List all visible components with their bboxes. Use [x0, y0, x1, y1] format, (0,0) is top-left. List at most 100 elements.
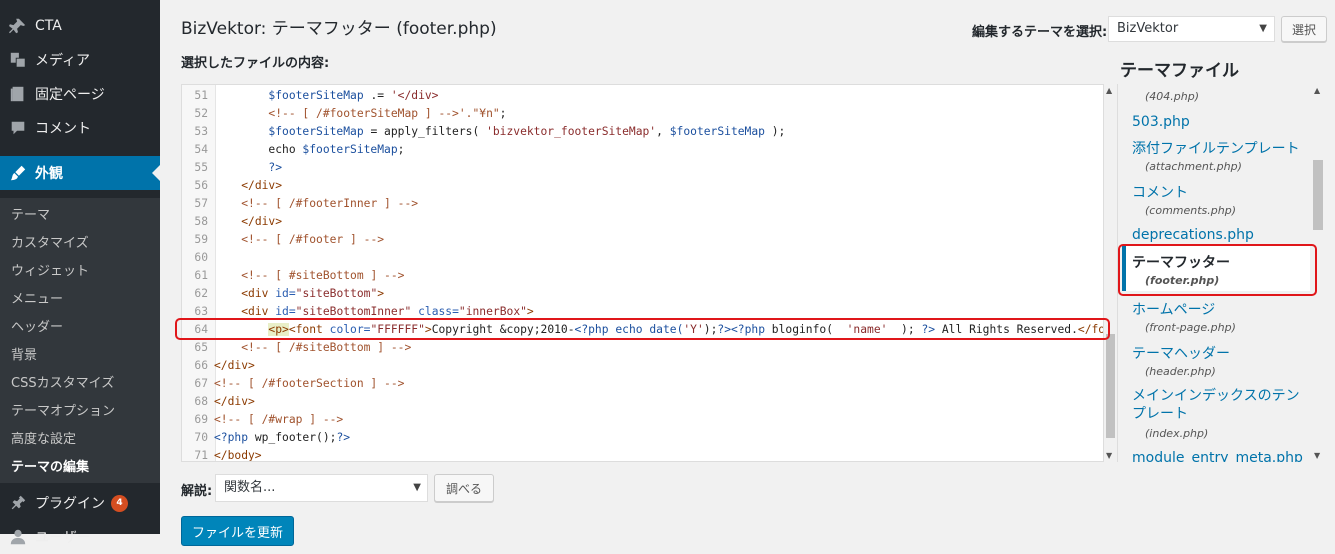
scroll-up-icon[interactable]: ▲	[1314, 86, 1320, 95]
code-text: </div>	[214, 359, 255, 372]
editor-scrollbar[interactable]: ▲ ▼	[1103, 84, 1117, 462]
menu-item-pages[interactable]: 固定ページ	[0, 77, 160, 111]
line-number: 65	[194, 341, 208, 354]
code-line[interactable]: 66 </div>	[182, 357, 1102, 375]
line-number: 54	[194, 143, 208, 156]
code-line[interactable]: 51 $footerSiteMap .= '</div>	[182, 87, 1102, 105]
code-line[interactable]: 68 </div>	[182, 393, 1102, 411]
menu-item-label: 外観	[35, 166, 63, 182]
line-number: 69	[194, 413, 208, 426]
code-text: <div id="siteBottomInner" class="innerBo…	[241, 305, 534, 318]
submenu-item-widgets[interactable]: ウィジェット	[11, 260, 89, 279]
line-number: 53	[194, 125, 208, 138]
code-line[interactable]: 54 echo $footerSiteMap;	[182, 141, 1102, 159]
submenu-item-theme-options[interactable]: テーマオプション	[11, 400, 115, 419]
line-number: 61	[194, 269, 208, 282]
code-line[interactable]: 61 <!-- [ #siteBottom ] -->	[182, 267, 1102, 285]
code-line[interactable]: 69 <!-- [ /#wrap ] -->	[182, 411, 1102, 429]
line-number: 62	[194, 287, 208, 300]
submenu-item-menus[interactable]: メニュー	[11, 288, 63, 307]
file-item-sub: (attachment.php)	[1145, 160, 1242, 173]
file-item[interactable]: 503.php	[1132, 114, 1190, 130]
code-line[interactable]: 53 $footerSiteMap = apply_filters( 'bizv…	[182, 123, 1102, 141]
update-file-button[interactable]: ファイルを更新	[181, 516, 294, 546]
plugin-update-badge: 4	[111, 494, 128, 512]
code-line[interactable]: 58 </div>	[182, 213, 1102, 231]
line-number: 56	[194, 179, 208, 192]
code-line[interactable]: 65 <!-- [ /#siteBottom ] -->	[182, 339, 1102, 357]
content-label: 選択したファイルの内容:	[181, 56, 330, 71]
menu-item-users[interactable]: ユーザー	[0, 520, 160, 554]
line-number: 71	[194, 449, 208, 462]
submenu-item-background[interactable]: 背景	[11, 344, 37, 363]
highlight-box-line-64	[175, 318, 1110, 340]
code-text: <!-- [ /#footerInner ] -->	[241, 197, 419, 210]
theme-select-value: BizVektor	[1117, 21, 1179, 36]
code-text: <!-- [ #siteBottom ] -->	[241, 269, 405, 282]
code-line[interactable]: 60	[182, 249, 1102, 267]
media-icon	[8, 50, 28, 70]
scroll-up-icon[interactable]: ▲	[1106, 86, 1112, 95]
lookup-button[interactable]: 調べる	[434, 474, 494, 502]
file-item-sub[interactable]: (404.php)	[1145, 90, 1199, 103]
submenu-item-advanced[interactable]: 高度な設定	[11, 428, 76, 447]
function-select[interactable]: 関数名... ▼	[215, 474, 428, 502]
code-line[interactable]: 56 </div>	[182, 177, 1102, 195]
theme-select[interactable]: BizVektor ▼	[1108, 16, 1275, 42]
code-text: <!-- [ /#siteBottom ] -->	[241, 341, 412, 354]
code-text: </div>	[241, 215, 283, 228]
code-text: </div>	[241, 179, 283, 192]
code-line[interactable]: 59 <!-- [ /#footer ] -->	[182, 231, 1102, 249]
code-text: echo $footerSiteMap;	[214, 143, 405, 156]
page-title: BizVektor: テーマフッター (footer.php)	[181, 19, 497, 39]
menu-item-media[interactable]: メディア	[0, 43, 160, 77]
menu-item-comments[interactable]: コメント	[0, 111, 160, 145]
line-number: 68	[194, 395, 208, 408]
admin-sidebar: CTA メディア 固定ページ コメント 外観 テーマ カスタマイズ ウィジェット…	[0, 0, 160, 546]
menu-item-label: コメント	[35, 121, 91, 137]
menu-item-label: プラグイン	[35, 496, 105, 512]
file-item[interactable]: deprecations.php	[1132, 227, 1254, 243]
file-item[interactable]: ホームページ	[1132, 299, 1215, 319]
editor-scroll-thumb[interactable]	[1106, 334, 1115, 438]
menu-item-plugins[interactable]: プラグイン 4	[0, 486, 160, 520]
code-text: <!-- [ /#footerSiteMap ] -->'."¥n";	[268, 107, 507, 120]
file-item[interactable]: コメント	[1132, 182, 1188, 202]
menu-item-cta[interactable]: CTA	[0, 9, 160, 43]
files-scroll-thumb[interactable]	[1313, 160, 1323, 230]
submenu-item-themes[interactable]: テーマ	[11, 204, 50, 223]
line-number: 52	[194, 107, 208, 120]
code-line[interactable]: 71 </body>	[182, 447, 1102, 462]
code-line[interactable]: 52 <!-- [ /#footerSiteMap ] -->'."¥n";	[182, 105, 1102, 123]
code-line[interactable]: 70 <?php wp_footer();?>	[182, 429, 1102, 447]
file-item-sub: (index.php)	[1145, 427, 1209, 440]
code-text: </div>	[214, 395, 255, 408]
scroll-down-icon[interactable]: ▼	[1314, 451, 1320, 460]
line-number: 57	[194, 197, 208, 210]
code-line[interactable]: 55 ?>	[182, 159, 1102, 177]
file-item[interactable]: テーマヘッダー	[1132, 343, 1230, 363]
code-editor[interactable]: 51 $footerSiteMap .= '</div> 52 <!-- [ /#…	[181, 84, 1118, 462]
highlight-box-selected-file	[1118, 244, 1317, 296]
submenu-item-theme-editor[interactable]: テーマの編集	[11, 456, 89, 475]
scroll-down-icon[interactable]: ▼	[1106, 451, 1112, 460]
file-item[interactable]: 添付ファイルテンプレート	[1132, 138, 1300, 158]
file-item[interactable]: module_entry_meta.php	[1132, 450, 1303, 462]
code-line[interactable]: 57 <!-- [ /#footerInner ] -->	[182, 195, 1102, 213]
code-text: <div id="siteBottom">	[241, 287, 385, 300]
code-line[interactable]: 67 <!-- [ /#footerSection ] -->	[182, 375, 1102, 393]
submenu-item-header[interactable]: ヘッダー	[11, 316, 63, 335]
menu-item-label: メディア	[35, 53, 91, 69]
chevron-down-icon: ▼	[1259, 23, 1267, 34]
submenu-item-customize[interactable]: カスタマイズ	[11, 232, 89, 251]
submenu-item-css-customize[interactable]: CSSカスタマイズ	[11, 372, 114, 391]
line-number: 58	[194, 215, 208, 228]
active-arrow	[152, 165, 160, 181]
select-theme-button[interactable]: 選択	[1281, 16, 1327, 42]
line-number: 55	[194, 161, 208, 174]
page-icon	[8, 84, 28, 104]
menu-item-label: CTA	[35, 18, 62, 34]
menu-item-appearance[interactable]: 外観	[0, 156, 160, 190]
file-item[interactable]: メインインデックスのテンプレート	[1132, 387, 1307, 423]
code-line[interactable]: 62 <div id="siteBottom">	[182, 285, 1102, 303]
